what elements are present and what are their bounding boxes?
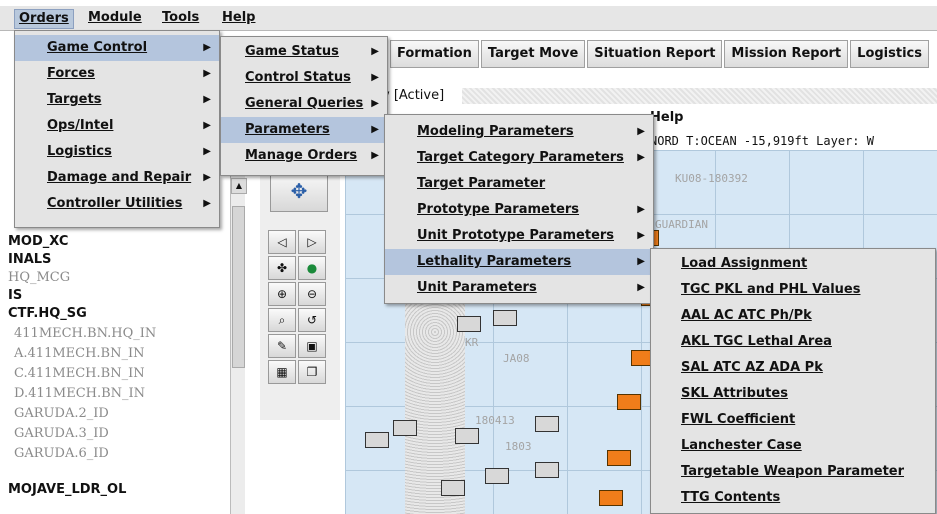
unit-tree: MOD_XC INALS HQ_MCG IS CTF.HQ_SG 411MECH… (0, 230, 230, 514)
menu-item-control-status[interactable]: Control Status ▶ (221, 65, 387, 91)
menu-item-lethality-parameters[interactable]: Lethality Parameters ▶ (385, 249, 653, 275)
tree-item[interactable]: GARUDA.6_ID (14, 446, 109, 461)
orders-menu: Game Control ▶ Forces ▶ Targets ▶ Ops/Intel… (14, 30, 220, 228)
game-control-menu: Game Status ▶ Control Status ▶ General Que… (220, 36, 388, 176)
tree-scrollbar[interactable]: ▲ (230, 176, 247, 514)
menu-item-game-status[interactable]: Game Status ▶ (221, 39, 387, 65)
tree-item[interactable]: INALS (8, 252, 51, 267)
globe-icon[interactable]: ● (298, 256, 326, 280)
target-move-button[interactable]: Target Move (480, 40, 586, 68)
unit-marker[interactable] (535, 462, 559, 478)
right-arrow-icon[interactable]: ▷ (298, 230, 326, 254)
scroll-thumb[interactable] (232, 206, 245, 368)
menu-item-modeling-parameters[interactable]: Modeling Parameters ▶ (385, 119, 653, 145)
menu-item-ttg-contents[interactable]: TTG Contents (651, 485, 935, 511)
unit-marker[interactable] (393, 420, 417, 436)
map-label: GUARDIAN (655, 218, 708, 231)
menu-item-target-parameter[interactable]: Target Parameter (385, 171, 653, 197)
layers-icon[interactable]: ❐ (298, 360, 326, 384)
menu-help[interactable]: Help (218, 9, 259, 27)
mission-report-button[interactable]: Mission Report (724, 40, 849, 68)
menu-item-lanchester-case[interactable]: Lanchester Case (651, 433, 935, 459)
tree-item[interactable]: C.411MECH.BN_IN (14, 366, 145, 381)
unit-marker[interactable] (535, 416, 559, 432)
menu-item-forces[interactable]: Forces ▶ (15, 61, 219, 87)
zoom-box-icon[interactable]: ⌕ (268, 308, 296, 332)
pan-arrows-icon[interactable]: ✥ (270, 170, 328, 212)
unit-marker[interactable] (493, 310, 517, 326)
grid-toggle-icon[interactable]: ▦ (268, 360, 296, 384)
map-tool-palette: ✥ ◁ ▷ ✤ ● ⊕ ⊖ ⌕ ↺ ✎ ▣ ▦ ❐ (260, 160, 340, 420)
map-label: KU08-180392 (675, 172, 748, 185)
map-label: 180413 (475, 414, 515, 427)
unit-marker[interactable] (455, 428, 479, 444)
tree-item[interactable]: A.411MECH.BN_IN (14, 346, 145, 361)
menu-item-general-queries[interactable]: General Queries ▶ (221, 91, 387, 117)
map-help-menu[interactable]: Help (650, 110, 683, 125)
menu-item-ops-intel[interactable]: Ops/Intel ▶ (15, 113, 219, 139)
unit-marker[interactable] (485, 468, 509, 484)
formation-button[interactable]: Formation (390, 40, 479, 68)
menu-item-target-category-parameters[interactable]: Target Category Parameters ▶ (385, 145, 653, 171)
menu-item-load-assignment[interactable]: Load Assignment (651, 251, 935, 277)
tree-item[interactable]: GARUDA.2_ID (14, 406, 109, 421)
unit-marker[interactable] (607, 450, 631, 466)
menu-module[interactable]: Module (84, 9, 146, 27)
left-arrow-icon[interactable]: ◁ (268, 230, 296, 254)
parameters-menu: Modeling Parameters ▶ Target Category Par… (384, 114, 654, 304)
unit-marker[interactable] (365, 432, 389, 448)
situation-report-button[interactable]: Situation Report (587, 40, 723, 68)
menu-item-targets[interactable]: Targets ▶ (15, 87, 219, 113)
map-label: KR (465, 336, 479, 349)
menu-tools[interactable]: Tools (158, 9, 203, 27)
tree-item[interactable]: MOJAVE_LDR_OL (8, 482, 126, 497)
menu-bar: Orders Module Tools Help (0, 6, 937, 31)
tree-item[interactable]: MOD_XC (8, 234, 68, 249)
tree-item[interactable]: 411MECH.BN.HQ_IN (14, 326, 156, 341)
tree-item[interactable]: GARUDA.3_ID (14, 426, 109, 441)
menu-item-tgc-pkl-phl[interactable]: TGC PKL and PHL Values (651, 277, 935, 303)
menu-item-manage-orders[interactable]: Manage Orders ▶ (221, 143, 387, 169)
menu-item-fwl-coefficient[interactable]: FWL Coefficient (651, 407, 935, 433)
unit-marker[interactable] (599, 490, 623, 506)
tree-item[interactable]: HQ_MCG (8, 270, 70, 285)
unit-marker[interactable] (441, 480, 465, 496)
menu-item-targetable-weapon-parameter[interactable]: Targetable Weapon Parameter (651, 459, 935, 485)
tree-item[interactable]: CTF.HQ_SG (8, 306, 87, 321)
menu-item-logistics[interactable]: Logistics ▶ (15, 139, 219, 165)
menu-item-sal-atc-az-ada[interactable]: SAL ATC AZ ADA Pk (651, 355, 935, 381)
zoom-out-icon[interactable]: ⊖ (298, 282, 326, 306)
window-title-active: v [Active] (382, 88, 445, 103)
toolbar: Formation Target Move Situation Report M… (390, 40, 931, 68)
pen-icon[interactable]: ✎ (268, 334, 296, 358)
unit-marker[interactable] (457, 316, 481, 332)
menu-orders[interactable]: Orders (14, 9, 74, 29)
map-label: 1803 (505, 440, 532, 453)
menu-item-akl-tgc-lethal-area[interactable]: AKL TGC Lethal Area (651, 329, 935, 355)
menu-item-skl-attributes[interactable]: SKL Attributes (651, 381, 935, 407)
menu-item-aal-ac-atc[interactable]: AAL AC ATC Ph/Pk (651, 303, 935, 329)
logistics-button[interactable]: Logistics (850, 40, 929, 68)
rotate-icon[interactable]: ✤ (268, 256, 296, 280)
camera-icon[interactable]: ▣ (298, 334, 326, 358)
menu-item-prototype-parameters[interactable]: Prototype Parameters ▶ (385, 197, 653, 223)
zoom-in-icon[interactable]: ⊕ (268, 282, 296, 306)
menu-item-damage-repair[interactable]: Damage and Repair ▶ (15, 165, 219, 191)
map-label: JA08 (503, 352, 530, 365)
tree-item[interactable]: IS (8, 288, 22, 303)
menu-item-unit-parameters[interactable]: Unit Parameters ▶ (385, 275, 653, 301)
zoom-reset-icon[interactable]: ↺ (298, 308, 326, 332)
scroll-up-icon[interactable]: ▲ (231, 178, 247, 194)
tree-item[interactable]: D.411MECH.BN_IN (14, 386, 145, 401)
unit-marker[interactable] (617, 394, 641, 410)
menu-item-parameters[interactable]: Parameters ▶ (221, 117, 387, 143)
coordinate-readout: NORD T:OCEAN -15,919ft Layer: W (650, 134, 874, 148)
menu-item-controller-utilities[interactable]: Controller Utilities ▶ (15, 191, 219, 217)
lethality-parameters-menu: Load Assignment TGC PKL and PHL Values A… (650, 248, 936, 514)
menu-item-game-control[interactable]: Game Control ▶ (15, 35, 219, 61)
title-bar-stripes (462, 88, 937, 104)
menu-item-unit-prototype-parameters[interactable]: Unit Prototype Parameters ▶ (385, 223, 653, 249)
